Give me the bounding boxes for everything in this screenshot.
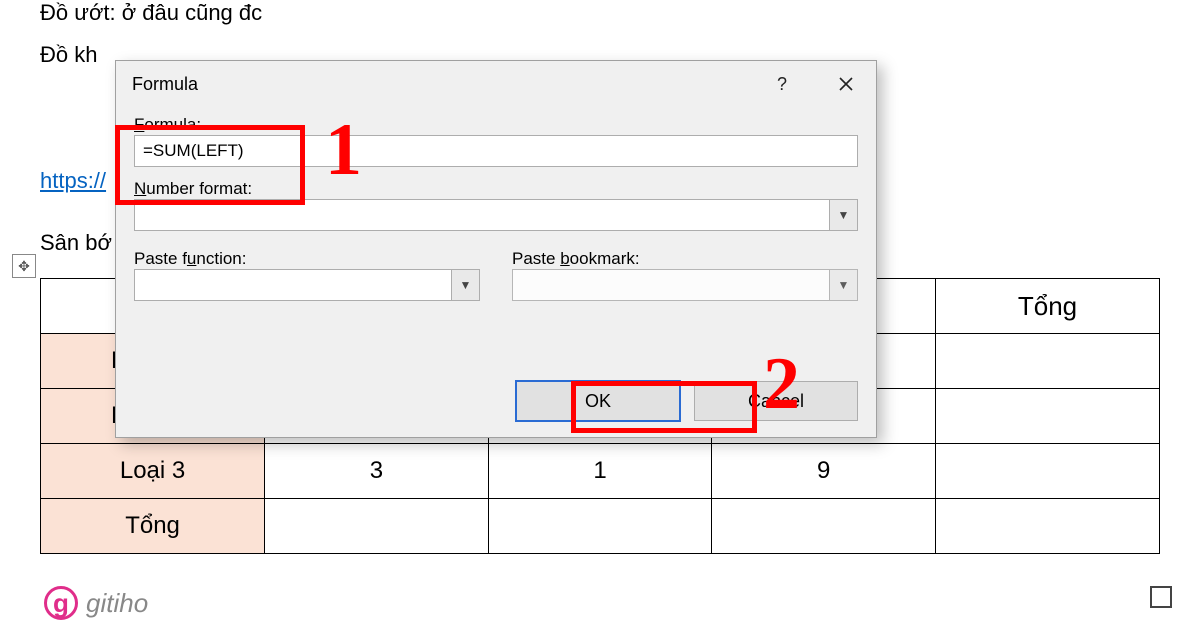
paste-bookmark-value[interactable] — [513, 270, 829, 300]
table-row[interactable]: Loại 3 3 1 9 — [41, 444, 1160, 499]
paste-bookmark-combo[interactable]: ▼ — [512, 269, 858, 301]
row-label-3[interactable]: Tổng — [41, 499, 265, 554]
paste-function-value[interactable] — [135, 270, 451, 300]
cell[interactable] — [488, 499, 712, 554]
cell[interactable]: 1 — [488, 444, 712, 499]
cell[interactable] — [936, 389, 1160, 444]
doc-line-1: Đồ ướt: ở đâu cũng đc — [40, 0, 262, 26]
cell[interactable] — [936, 499, 1160, 554]
close-button[interactable] — [826, 69, 866, 99]
table-move-handle-icon[interactable]: ✥ — [12, 254, 36, 278]
cell[interactable] — [712, 499, 936, 554]
help-button[interactable]: ? — [762, 69, 802, 99]
annotation-box-2 — [571, 381, 757, 433]
chevron-down-icon[interactable]: ▼ — [451, 270, 479, 300]
row-label-2[interactable]: Loại 3 — [41, 444, 265, 499]
annotation-box-1 — [115, 125, 305, 205]
table-header-total[interactable]: Tổng — [936, 279, 1160, 334]
doc-hyperlink[interactable]: https:// — [40, 168, 106, 194]
cell[interactable] — [265, 499, 489, 554]
end-of-cell-marker — [1150, 586, 1172, 608]
cell[interactable]: 3 — [265, 444, 489, 499]
cell[interactable]: 9 — [712, 444, 936, 499]
close-icon — [839, 77, 853, 91]
chevron-down-icon[interactable]: ▼ — [829, 270, 857, 300]
watermark: g gitiho — [44, 586, 148, 620]
paste-function-combo[interactable]: ▼ — [134, 269, 480, 301]
cell[interactable] — [936, 334, 1160, 389]
dialog-title: Formula — [132, 74, 198, 95]
doc-line-3: Sân bớ — [40, 230, 112, 256]
watermark-text: gitiho — [86, 588, 148, 619]
paste-function-label: Paste function: — [134, 249, 480, 269]
chevron-down-icon[interactable]: ▼ — [829, 200, 857, 230]
cell[interactable] — [936, 444, 1160, 499]
watermark-logo-icon: g — [44, 586, 78, 620]
annotation-number-2: 2 — [763, 342, 800, 427]
paste-bookmark-label: Paste bookmark: — [512, 249, 858, 269]
table-row[interactable]: Tổng — [41, 499, 1160, 554]
doc-line-2: Đồ kh — [40, 42, 97, 68]
dialog-titlebar[interactable]: Formula ? — [116, 61, 876, 107]
annotation-number-1: 1 — [325, 108, 362, 193]
